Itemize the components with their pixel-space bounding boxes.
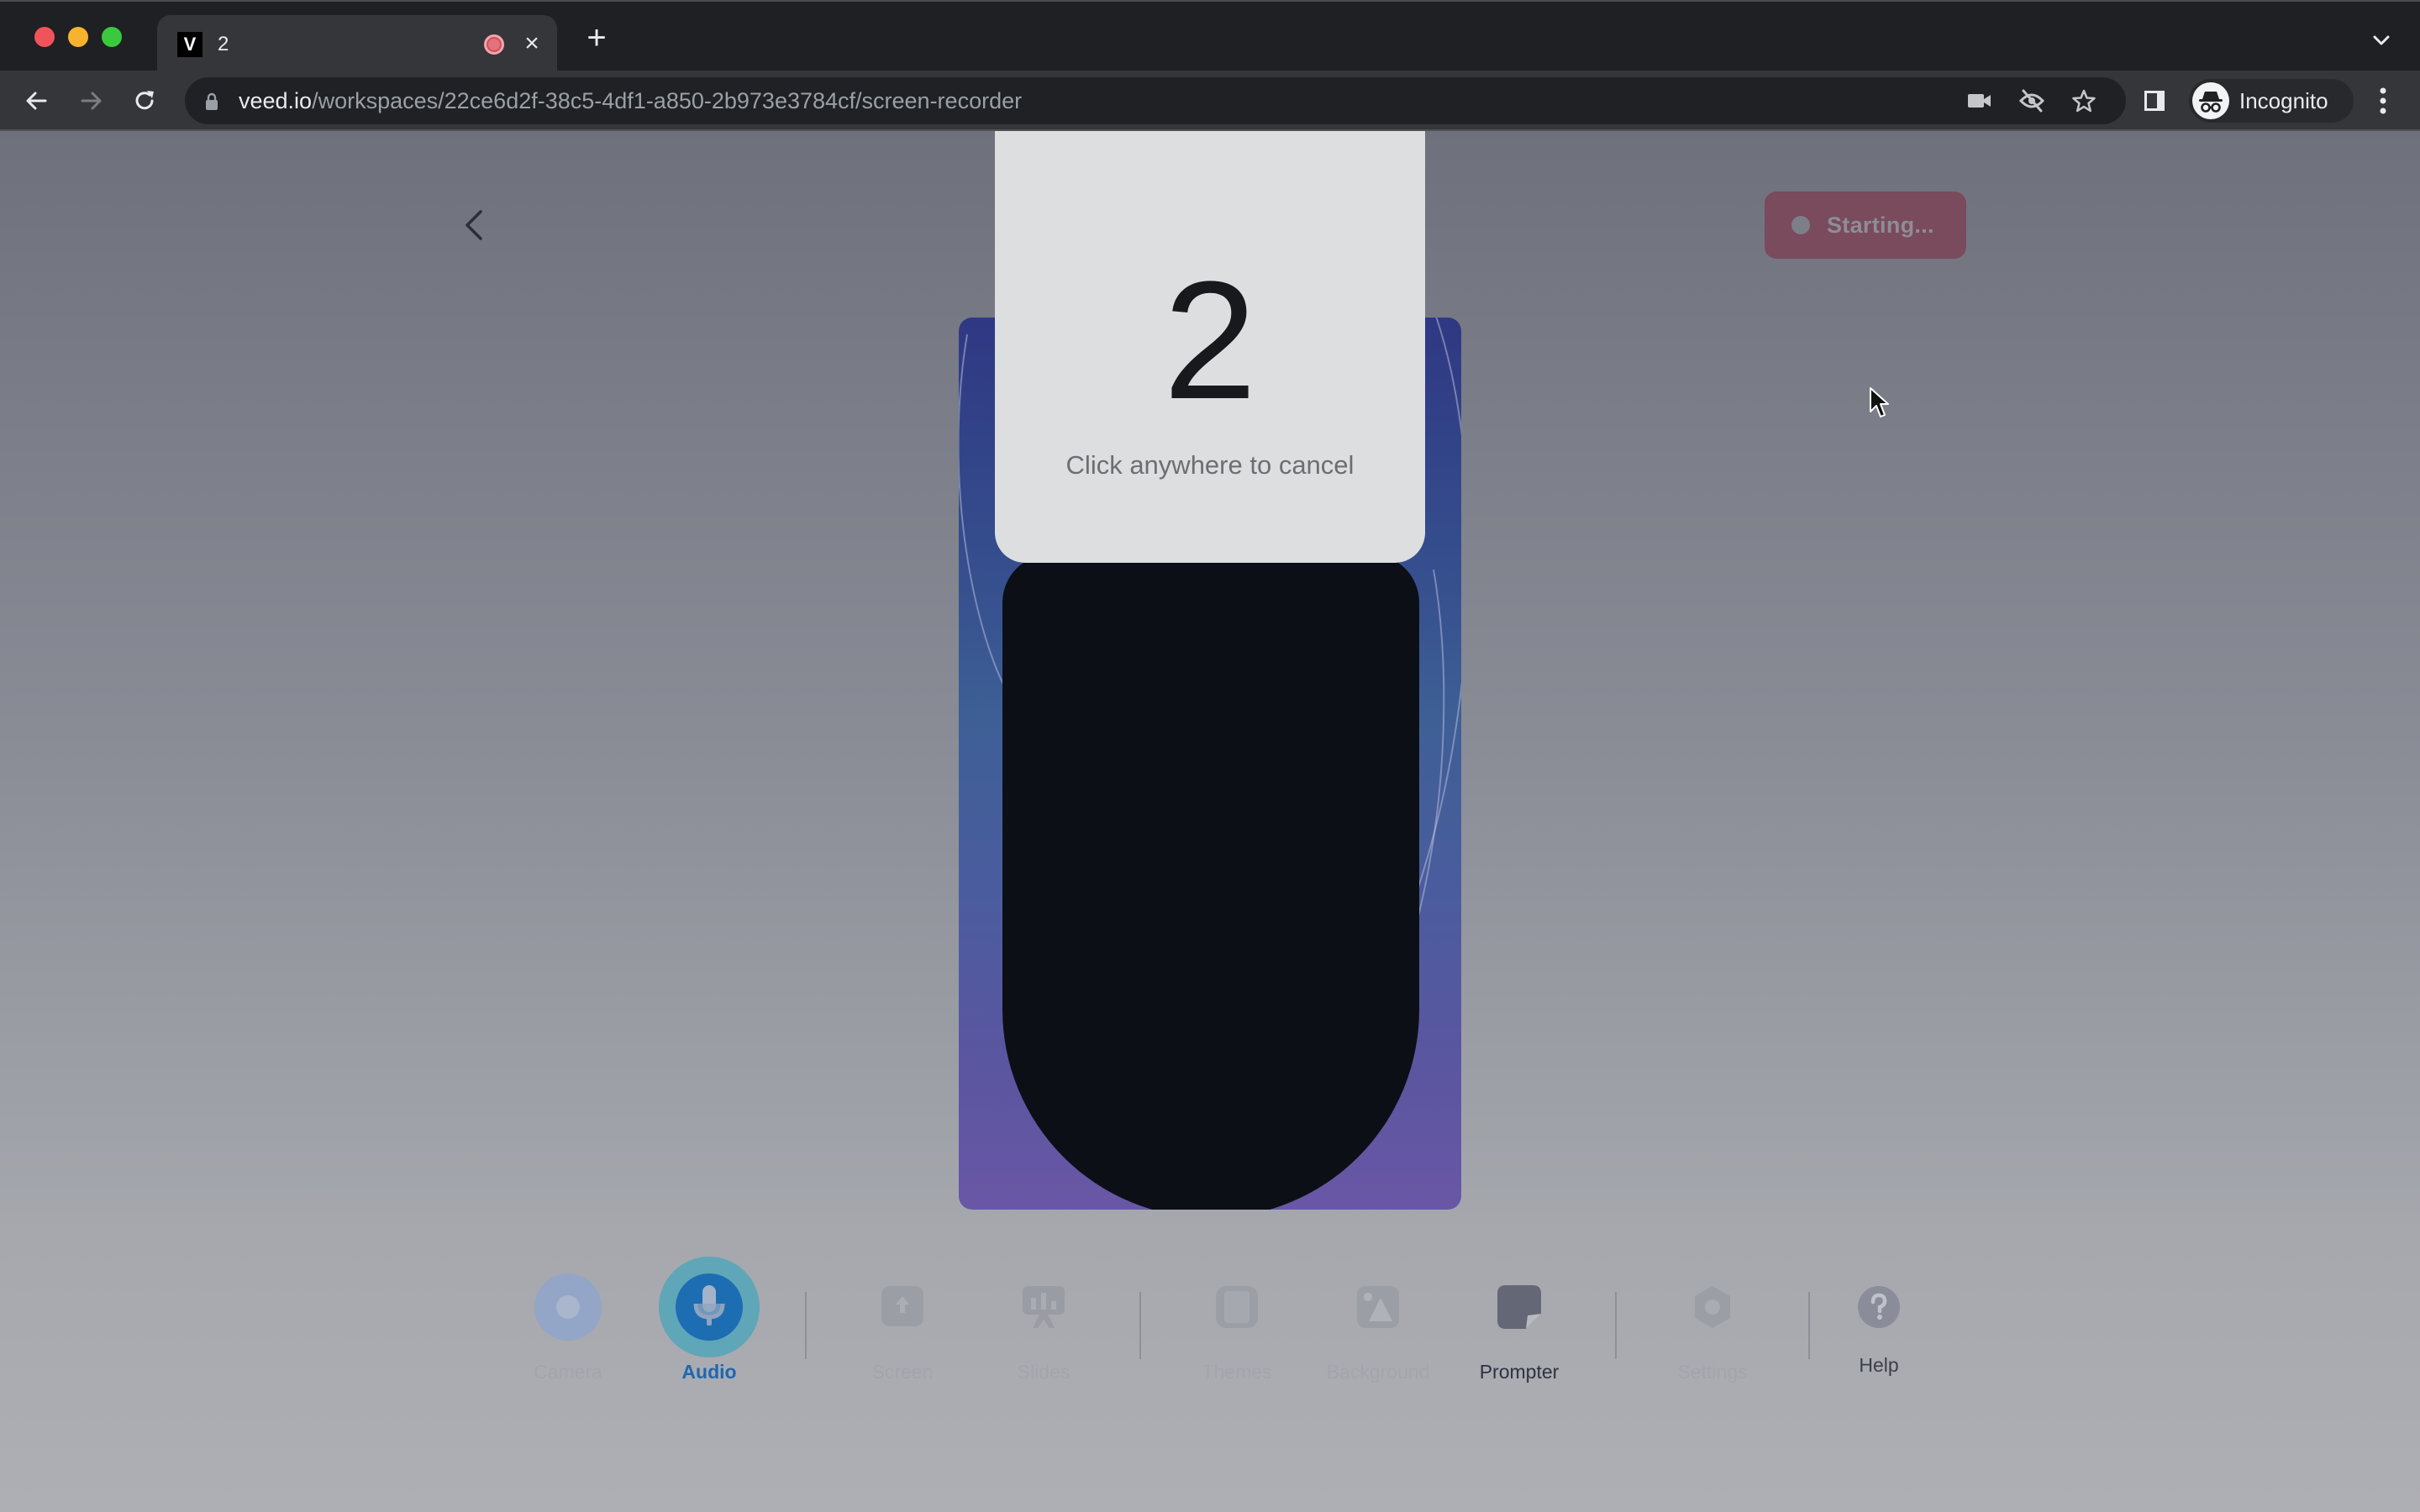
microphone-icon bbox=[659, 1257, 760, 1357]
new-tab-button[interactable]: + bbox=[581, 21, 612, 55]
forward-button[interactable] bbox=[72, 82, 109, 119]
gear-icon bbox=[1695, 1286, 1730, 1328]
toolbar-camera-label: Camera bbox=[534, 1361, 602, 1383]
bookmark-star-icon bbox=[2072, 89, 2096, 113]
url-text[interactable]: veed.io/workspaces/22ce6d2f-38c5-4df1-a8… bbox=[239, 77, 1022, 124]
back-button[interactable] bbox=[459, 207, 489, 244]
camera-in-use-button[interactable] bbox=[1965, 87, 1995, 114]
chevron-left-icon bbox=[466, 210, 482, 240]
toolbar-divider bbox=[1808, 1292, 1810, 1359]
recording-indicator-icon bbox=[484, 34, 504, 55]
toolbar-help-label: Help bbox=[1859, 1354, 1899, 1376]
browser-tab-active[interactable]: V 2 × bbox=[157, 15, 557, 72]
more-vertical-icon bbox=[2380, 87, 2386, 114]
reload-icon bbox=[135, 91, 154, 110]
camera-feed bbox=[1002, 554, 1419, 1210]
start-recording-button[interactable]: Starting... bbox=[1765, 192, 1966, 259]
browser-menu-button[interactable] bbox=[2370, 86, 2396, 116]
toolbar-screen[interactable]: Screen bbox=[835, 1248, 970, 1383]
toolbar-themes[interactable]: Themes bbox=[1170, 1248, 1304, 1383]
toolbar-prompter[interactable]: Prompter bbox=[1452, 1248, 1586, 1383]
camera-icon bbox=[534, 1273, 602, 1341]
incognito-profile-button[interactable]: Incognito bbox=[2189, 79, 2354, 123]
eye-slash-icon bbox=[2018, 89, 2045, 113]
incognito-icon bbox=[2192, 82, 2229, 119]
countdown-overlay[interactable]: 2 Click anywhere to cancel bbox=[995, 131, 1425, 563]
browser-toolbar: veed.io/workspaces/22ce6d2f-38c5-4df1-a8… bbox=[0, 71, 2420, 131]
reload-button[interactable] bbox=[126, 82, 163, 119]
tab-title: 2 bbox=[218, 33, 229, 55]
tab-close-button[interactable]: × bbox=[518, 29, 545, 59]
arrow-right-icon bbox=[81, 92, 102, 110]
toolbar-divider bbox=[1615, 1292, 1617, 1359]
toolbar-divider bbox=[1139, 1292, 1141, 1359]
tab-search-button[interactable] bbox=[2368, 27, 2395, 54]
themes-icon bbox=[1216, 1286, 1258, 1328]
toolbar-background-label: Background bbox=[1326, 1361, 1430, 1383]
lock-icon bbox=[206, 92, 218, 110]
side-panel-icon bbox=[2144, 91, 2165, 111]
presentation-icon bbox=[1023, 1286, 1065, 1328]
record-dot-icon bbox=[1791, 216, 1810, 234]
toolbar-themes-label: Themes bbox=[1202, 1361, 1272, 1383]
profile-label: Incognito bbox=[2239, 88, 2328, 113]
tracking-protection-button[interactable] bbox=[2017, 87, 2047, 114]
toolbar-settings[interactable]: Settings bbox=[1645, 1248, 1780, 1383]
url-path: /workspaces/22ce6d2f-38c5-4df1-a850-2b97… bbox=[312, 88, 1023, 113]
bookmark-button[interactable] bbox=[2069, 87, 2099, 114]
recorder-toolbar: Camera Audio Screen Slides Themes Backgr… bbox=[0, 1248, 2420, 1416]
side-panel-button[interactable] bbox=[2136, 82, 2173, 119]
screen-share-icon bbox=[881, 1286, 923, 1326]
image-icon bbox=[1357, 1286, 1399, 1328]
countdown-cancel-hint: Click anywhere to cancel bbox=[1065, 450, 1355, 480]
window-zoom-button[interactable] bbox=[102, 27, 122, 47]
url-host: veed.io bbox=[239, 88, 313, 113]
camera-in-use-icon bbox=[1968, 94, 1991, 108]
address-bar[interactable]: veed.io/workspaces/22ce6d2f-38c5-4df1-a8… bbox=[185, 77, 2126, 124]
toolbar-screen-label: Screen bbox=[871, 1361, 934, 1383]
start-button-label: Starting... bbox=[1827, 212, 1934, 238]
toolbar-help[interactable]: Help bbox=[1812, 1248, 1946, 1383]
toolbar-divider bbox=[805, 1292, 807, 1359]
toolbar-background[interactable]: Background bbox=[1311, 1248, 1445, 1383]
veed-favicon-icon: V bbox=[177, 32, 203, 57]
browser-tab-strip: V 2 × + bbox=[0, 0, 2420, 72]
arrow-left-icon bbox=[26, 92, 47, 110]
back-button[interactable] bbox=[18, 82, 55, 119]
countdown-number: 2 bbox=[1163, 247, 1257, 434]
screen-recorder-page[interactable]: Starting... 2 Click anywhere to cancel C… bbox=[0, 131, 2420, 1512]
toolbar-audio[interactable]: Audio bbox=[642, 1248, 776, 1383]
toolbar-slides[interactable]: Slides bbox=[976, 1248, 1111, 1383]
sticky-note-icon bbox=[1497, 1285, 1541, 1329]
help-circle-icon bbox=[1858, 1286, 1900, 1328]
toolbar-camera[interactable]: Camera bbox=[501, 1248, 635, 1383]
toolbar-audio-label: Audio bbox=[681, 1361, 737, 1383]
toolbar-prompter-label: Prompter bbox=[1479, 1361, 1560, 1383]
toolbar-slides-label: Slides bbox=[1017, 1361, 1071, 1383]
window-close-button[interactable] bbox=[34, 27, 55, 47]
window-minimize-button[interactable] bbox=[68, 27, 88, 47]
chevron-down-icon bbox=[2373, 35, 2390, 45]
toolbar-settings-label: Settings bbox=[1677, 1361, 1748, 1383]
mouse-cursor-icon bbox=[1870, 387, 1889, 417]
